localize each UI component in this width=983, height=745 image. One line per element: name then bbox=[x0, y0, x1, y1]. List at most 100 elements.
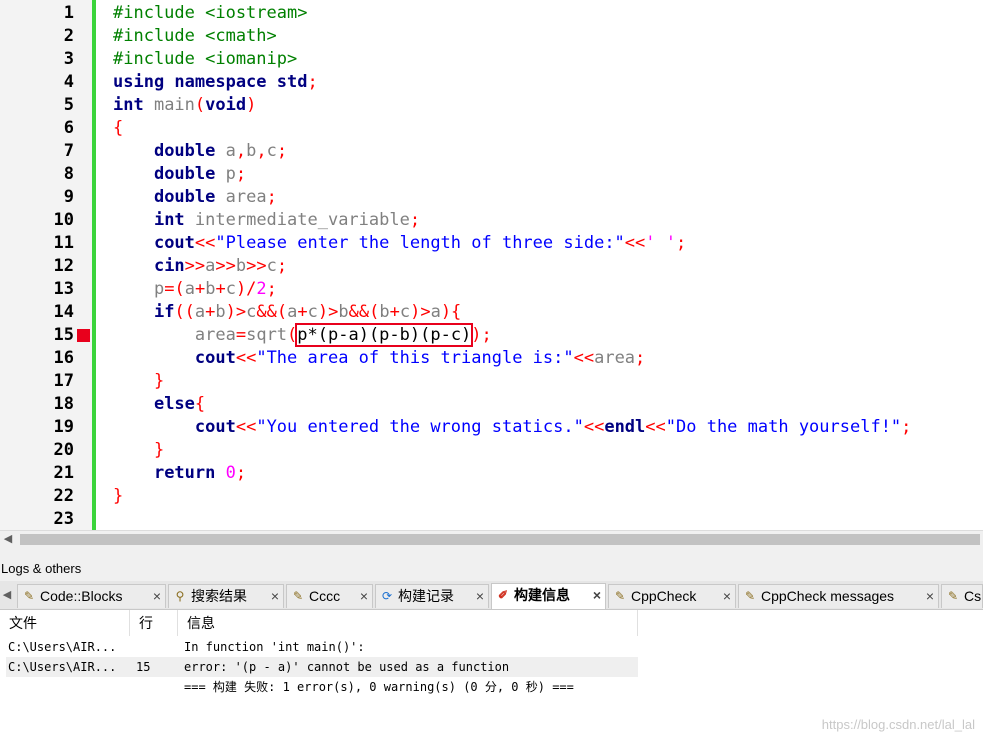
code-line[interactable]: 8 double p; bbox=[0, 163, 983, 186]
column-header-message[interactable]: 信息 bbox=[178, 610, 638, 636]
close-icon[interactable]: × bbox=[153, 585, 161, 608]
log-row[interactable]: C:\Users\AIR... 15 error: '(p - a)' cannot… bbox=[6, 657, 638, 677]
code-line[interactable]: 22} bbox=[0, 485, 983, 508]
close-icon[interactable]: × bbox=[723, 585, 731, 608]
code-token: p bbox=[153, 279, 165, 299]
code-token: >> bbox=[184, 256, 206, 276]
code-line[interactable]: 1 #include <iostream> bbox=[0, 2, 983, 25]
line-number: 5 bbox=[63, 95, 74, 115]
logs-panel-title: Logs & others bbox=[0, 559, 983, 581]
line-number: 14 bbox=[53, 302, 74, 322]
code-text: int intermediate_variable; bbox=[113, 209, 420, 232]
tab-code-blocks[interactable]: ✎ Code::Blocks × bbox=[17, 584, 166, 608]
code-text: double a,b,c; bbox=[113, 140, 287, 163]
code-token: (( bbox=[174, 302, 195, 322]
code-token: + bbox=[205, 302, 216, 322]
code-line[interactable]: 9 double area; bbox=[0, 186, 983, 209]
code-line[interactable]: 10 int intermediate_variable; bbox=[0, 209, 983, 232]
code-text: else{ bbox=[113, 393, 205, 416]
horizontal-scrollbar[interactable]: ◀ bbox=[0, 530, 983, 548]
code-line[interactable]: 18 else{ bbox=[0, 393, 983, 416]
code-text: #include <cmath> bbox=[113, 25, 277, 48]
code-token: if bbox=[153, 302, 175, 322]
code-token: ; bbox=[307, 72, 318, 92]
code-line[interactable]: 4 using namespace std; bbox=[0, 71, 983, 94]
scroll-left-arrow-icon[interactable]: ◀ bbox=[0, 531, 16, 548]
close-icon[interactable]: × bbox=[271, 585, 279, 608]
close-icon[interactable]: × bbox=[360, 585, 368, 608]
code-line[interactable]: 6{ bbox=[0, 117, 983, 140]
code-editor[interactable]: 1 #include <iostream> 2 #include <cmath> 3 #i… bbox=[0, 0, 983, 530]
tab-cppcheck-messages[interactable]: ✎ CppCheck messages × bbox=[738, 584, 939, 608]
code-line[interactable]: 15 area=sqrt(p*(p-a)(p-b)(p-c)); bbox=[0, 323, 983, 347]
code-token: + bbox=[215, 279, 226, 299]
tab-1[interactable]: ⚲ 搜索结果 × bbox=[168, 584, 284, 608]
code-token: cout bbox=[194, 348, 236, 368]
code-token: { bbox=[113, 118, 124, 138]
code-token: )/ bbox=[235, 279, 257, 299]
code-token: , bbox=[235, 141, 247, 161]
tab-3[interactable]: ⟳ 构建记录 × bbox=[375, 584, 489, 608]
code-line[interactable]: 19 cout<<"You entered the wrong statics.… bbox=[0, 416, 983, 439]
code-text: { bbox=[113, 117, 123, 140]
code-line[interactable]: 20 } bbox=[0, 439, 983, 462]
tab-cccc[interactable]: ✎ Cccc × bbox=[286, 584, 373, 608]
code-token: 2 bbox=[256, 279, 267, 299]
tab-label: Code::Blocks bbox=[40, 588, 123, 604]
close-icon[interactable]: × bbox=[476, 585, 484, 608]
code-token: >> bbox=[215, 256, 236, 276]
panel-splitter[interactable] bbox=[0, 547, 983, 559]
column-header-file[interactable]: 文件 bbox=[0, 610, 130, 636]
code-token: ) bbox=[246, 95, 257, 115]
code-token: b bbox=[246, 141, 257, 161]
code-text: #include <iomanip> bbox=[113, 48, 297, 71]
tab-label: 构建信息 bbox=[514, 587, 570, 603]
code-token: + bbox=[297, 302, 308, 322]
code-line[interactable]: 17 } bbox=[0, 370, 983, 393]
code-line[interactable]: 23 bbox=[0, 508, 983, 530]
line-number: 8 bbox=[63, 164, 74, 184]
column-header-line[interactable]: 行 bbox=[130, 610, 178, 636]
code-line[interactable]: 2 #include <cmath> bbox=[0, 25, 983, 48]
close-icon[interactable]: × bbox=[926, 585, 934, 608]
code-line[interactable]: 21 return 0; bbox=[0, 462, 983, 485]
log-row[interactable]: C:\Users\AIR... In function 'int main()': bbox=[6, 637, 638, 657]
code-line[interactable]: 5 int main(void) bbox=[0, 94, 983, 117]
code-line[interactable]: 3 #include <iomanip> bbox=[0, 48, 983, 71]
code-token: b bbox=[205, 279, 216, 299]
code-token: ( bbox=[287, 325, 298, 345]
code-text: cout<<"The area of this triangle is:"<<a… bbox=[113, 347, 645, 370]
log-row[interactable]: === 构建 失败: 1 error(s), 0 warning(s) (0 分… bbox=[6, 677, 638, 697]
error-marker-icon[interactable] bbox=[77, 329, 90, 342]
code-text: using namespace std; bbox=[113, 71, 318, 94]
close-icon[interactable]: × bbox=[593, 584, 601, 607]
tab-cppcheck[interactable]: ✎ CppCheck × bbox=[608, 584, 736, 608]
code-line[interactable]: 13 p=(a+b+c)/2; bbox=[0, 278, 983, 301]
code-token: )> bbox=[225, 302, 247, 322]
tab-label: CppCheck bbox=[631, 588, 697, 604]
tab-cs[interactable]: ✎ Cs bbox=[941, 584, 983, 608]
code-token: ; bbox=[635, 348, 646, 368]
code-token: "You entered the wrong statics." bbox=[256, 417, 584, 437]
code-token: &&( bbox=[256, 302, 288, 322]
log-cell-file: C:\Users\AIR... bbox=[8, 660, 117, 674]
code-token: } bbox=[153, 440, 165, 460]
code-line[interactable]: 7 double a,b,c; bbox=[0, 140, 983, 163]
line-number: 12 bbox=[53, 256, 74, 276]
code-token: << bbox=[583, 417, 605, 437]
log-cell-file: C:\Users\AIR... bbox=[8, 640, 117, 654]
tab-4[interactable]: ✐ 构建信息 × bbox=[491, 583, 606, 609]
code-token: &&( bbox=[348, 302, 380, 322]
code-line[interactable]: 11 cout<<"Please enter the length of thr… bbox=[0, 232, 983, 255]
code-line[interactable]: 12 cin>>a>>b>>c; bbox=[0, 255, 983, 278]
code-line[interactable]: 14 if((a+b)>c&&(a+c)>b&&(b+c)>a){ bbox=[0, 301, 983, 324]
tab-scroll-left-icon[interactable]: ◀ bbox=[0, 581, 14, 609]
scrollbar-thumb[interactable] bbox=[20, 534, 980, 545]
code-line[interactable]: 16 cout<<"The area of this triangle is:"… bbox=[0, 347, 983, 370]
